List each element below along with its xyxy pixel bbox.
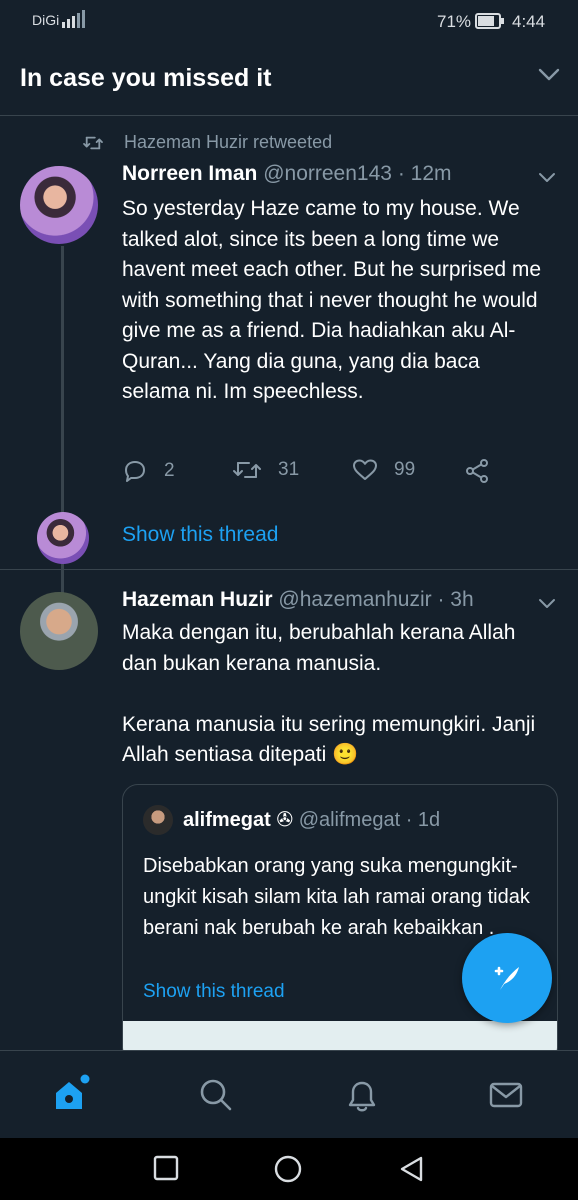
- author-name[interactable]: Norreen Iman: [122, 162, 257, 185]
- quoted-tweet-time: · 1d: [405, 809, 441, 831]
- thread-avatar[interactable]: [37, 512, 89, 564]
- tweet-actions: 2 31 99: [122, 458, 502, 490]
- tweet-text: So yesterday Haze came to my house. We t…: [122, 197, 542, 403]
- battery-icon: [475, 12, 505, 35]
- share-icon: [466, 459, 488, 483]
- retweet-icon: [233, 462, 261, 478]
- compose-feather-icon: [494, 966, 519, 990]
- chevron-down-icon[interactable]: [538, 68, 560, 87]
- author-name[interactable]: Hazeman Huzir: [122, 588, 273, 611]
- reply-button[interactable]: 2: [122, 458, 175, 484]
- back-button[interactable]: [397, 1154, 425, 1189]
- retweet-button[interactable]: 31: [232, 458, 299, 482]
- page-title: In case you missed it: [20, 64, 272, 92]
- retweet-count: 31: [278, 459, 300, 480]
- quoted-show-thread-link[interactable]: Show this thread: [143, 981, 285, 1003]
- battery-percentage: 71%: [437, 12, 472, 31]
- section-header: In case you missed it: [0, 44, 578, 116]
- search-icon: [200, 1079, 232, 1111]
- tweet-time: · 3h: [437, 588, 474, 611]
- mail-icon: [489, 1082, 523, 1108]
- avatar[interactable]: [20, 592, 98, 670]
- tweet-time: · 12m: [397, 162, 452, 185]
- like-count: 99: [394, 459, 416, 480]
- search-tab[interactable]: [194, 1073, 238, 1117]
- notifications-tab[interactable]: [340, 1073, 384, 1117]
- back-triangle-icon: [400, 1156, 423, 1182]
- messages-tab[interactable]: [484, 1073, 528, 1117]
- like-button[interactable]: 99: [352, 458, 415, 482]
- system-navigation-bar: [0, 1138, 578, 1200]
- tweet-menu-caret-icon[interactable]: [538, 596, 556, 614]
- clock-time: 4:44: [512, 12, 546, 31]
- tweet-text: Maka dengan itu, berubahlah kerana Allah…: [122, 621, 536, 766]
- home-system-button[interactable]: [273, 1154, 303, 1189]
- avatar[interactable]: [20, 166, 98, 244]
- bell-icon: [348, 1081, 376, 1112]
- carrier-label: DiGi: [32, 12, 60, 28]
- author-handle: @norreen143: [263, 162, 392, 185]
- reply-icon: [125, 461, 145, 482]
- show-thread-link[interactable]: Show this thread: [122, 523, 278, 547]
- retweet-label: Hazeman Huzir retweeted: [124, 132, 333, 152]
- retweet-indicator: Hazeman Huzir retweeted: [82, 132, 332, 153]
- compose-tweet-button[interactable]: [462, 933, 552, 1023]
- tweet-menu-caret-icon[interactable]: [538, 170, 556, 188]
- quoted-author-name: alifmegat ✇: [183, 809, 294, 831]
- tweet-card[interactable]: Hazeman Huzir retweeted Norreen Iman @no…: [0, 118, 578, 630]
- tweet-author-row: Norreen Iman @norreen143 · 12m: [122, 162, 452, 186]
- recents-button[interactable]: [152, 1154, 180, 1187]
- home-circle-icon: [274, 1155, 302, 1183]
- share-button[interactable]: [464, 458, 490, 484]
- retweet-icon: [83, 136, 103, 149]
- author-handle: @hazemanhuzir: [278, 588, 432, 611]
- signal-icon: [62, 10, 90, 35]
- reply-count: 2: [164, 460, 175, 481]
- home-icon: [56, 1074, 90, 1109]
- quoted-author-handle: @alifmegat: [298, 809, 401, 831]
- quoted-tweet[interactable]: alifmegat ✇ @alifmegat · 1d Disebabkan o…: [122, 784, 558, 1064]
- status-bar: DiGi 71% 4:44: [0, 0, 578, 44]
- tweet-author-row: Hazeman Huzir @hazemanhuzir · 3h: [122, 588, 474, 612]
- bottom-navigation: [0, 1050, 578, 1138]
- home-tab[interactable]: [48, 1073, 92, 1117]
- recents-square-icon: [153, 1155, 179, 1181]
- quoted-author-row: alifmegat ✇ @alifmegat · 1d: [183, 807, 440, 832]
- heart-icon: [353, 459, 377, 480]
- quoted-avatar: [143, 805, 173, 835]
- quoted-tweet-text: Disebabkan orang yang suka mengungkit-un…: [143, 855, 530, 939]
